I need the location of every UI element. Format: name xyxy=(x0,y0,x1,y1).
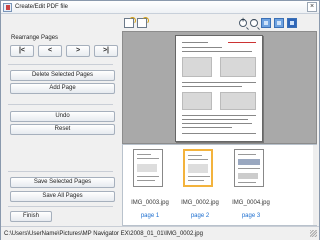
document-figure xyxy=(182,57,212,77)
thumbnail-line xyxy=(188,155,202,156)
rotate-left-icon[interactable] xyxy=(124,17,136,28)
resize-grip-icon[interactable] xyxy=(310,230,317,237)
single-view-icon[interactable] xyxy=(261,18,271,28)
page-preview-area xyxy=(122,31,317,144)
view-toolbar xyxy=(239,17,297,28)
save-all-pages-button[interactable]: Save All Pages xyxy=(10,191,115,202)
divider xyxy=(8,171,113,172)
next-page-button[interactable]: > xyxy=(66,45,90,57)
document-line xyxy=(182,51,252,52)
left-panel: Rearrange Pages |< < > >| Delete Selecte… xyxy=(3,21,118,226)
thumbnail-line xyxy=(137,180,155,181)
document-logo xyxy=(228,42,256,43)
add-page-button[interactable]: Add Page xyxy=(10,83,115,94)
thumbnail-figure xyxy=(238,173,258,179)
thumbnail-page-1[interactable]: IMG_0003.jpg page 1 xyxy=(123,149,177,223)
thumbnail-strip: IMG_0003.jpg page 1 IMG_0002.jpg page 2 xyxy=(122,144,317,226)
rearrange-pages-label: Rearrange Pages xyxy=(11,35,59,41)
pdf-editor-window: Create/Edit PDF file × Rearrange Pages |… xyxy=(0,0,320,240)
file-path: C:\Users\UserName\Pictures\MP Navigator … xyxy=(4,231,203,237)
thumbnail-page-label[interactable]: page 3 xyxy=(224,213,278,219)
thumbnail-page-2[interactable]: IMG_0002.jpg page 2 xyxy=(173,149,227,223)
thumbnail-line xyxy=(137,176,159,177)
thumbnail-line xyxy=(137,154,151,155)
finish-button[interactable]: Finish xyxy=(10,211,52,222)
list-view-icon[interactable] xyxy=(274,18,284,28)
document-line xyxy=(182,42,208,43)
document-line xyxy=(182,127,232,128)
first-page-button[interactable]: |< xyxy=(10,45,34,57)
thumbnail-filename: IMG_0002.jpg xyxy=(181,200,219,206)
document-line xyxy=(182,47,222,48)
thumbnail-figure xyxy=(188,164,208,173)
fit-view-icon[interactable] xyxy=(287,18,297,28)
thumbnail-line xyxy=(188,159,208,160)
thumbnail-line xyxy=(238,154,256,155)
thumbnail-image xyxy=(133,149,163,187)
thumbnail-scrollbar[interactable] xyxy=(313,145,317,225)
undo-button[interactable]: Undo xyxy=(10,111,115,122)
close-button[interactable]: × xyxy=(307,2,317,12)
last-page-button[interactable]: >| xyxy=(94,45,118,57)
document-figure xyxy=(220,92,256,110)
divider xyxy=(8,64,113,65)
thumbnail-page-label[interactable]: page 1 xyxy=(123,213,177,219)
thumbnail-image xyxy=(183,149,213,187)
thumbnail-image xyxy=(234,149,264,187)
thumbnail-line xyxy=(137,158,159,159)
page-navigation: |< < > >| xyxy=(10,45,118,57)
reset-button[interactable]: Reset xyxy=(10,124,115,135)
zoom-out-icon[interactable] xyxy=(250,17,258,27)
document-line xyxy=(182,119,248,120)
thumbnail-line xyxy=(188,176,210,177)
thumbnail-figure xyxy=(137,164,157,172)
zoom-in-icon[interactable] xyxy=(239,17,247,27)
thumbnail-line xyxy=(188,180,204,181)
divider xyxy=(8,104,113,105)
thumbnail-line xyxy=(238,182,256,183)
rotate-right-icon[interactable] xyxy=(137,17,149,28)
thumbnail-page-3[interactable]: IMG_0004.jpg page 3 xyxy=(224,149,278,223)
document-figure xyxy=(182,92,212,110)
document-figure xyxy=(220,57,256,77)
save-selected-pages-button[interactable]: Save Selected Pages xyxy=(10,177,115,188)
thumbnail-line xyxy=(238,168,260,169)
document-line xyxy=(182,86,242,87)
thumbnail-page-label[interactable]: page 2 xyxy=(173,213,227,219)
title-bar: Create/Edit PDF file × xyxy=(1,1,319,14)
app-icon xyxy=(3,3,12,12)
window-title: Create/Edit PDF file xyxy=(15,4,69,10)
document-line xyxy=(182,123,252,124)
rotate-toolbar xyxy=(124,17,149,28)
document-line xyxy=(182,133,256,134)
document-line xyxy=(182,115,256,116)
thumbnail-figure xyxy=(238,159,260,165)
delete-selected-pages-button[interactable]: Delete Selected Pages xyxy=(10,70,115,81)
previous-page-button[interactable]: < xyxy=(38,45,62,57)
status-bar: C:\Users\UserName\Pictures\MP Navigator … xyxy=(1,226,319,240)
divider xyxy=(8,206,113,207)
thumbnail-filename: IMG_0004.jpg xyxy=(232,200,270,206)
document-line xyxy=(182,82,256,83)
preview-page xyxy=(175,35,263,142)
thumbnail-filename: IMG_0003.jpg xyxy=(131,200,169,206)
